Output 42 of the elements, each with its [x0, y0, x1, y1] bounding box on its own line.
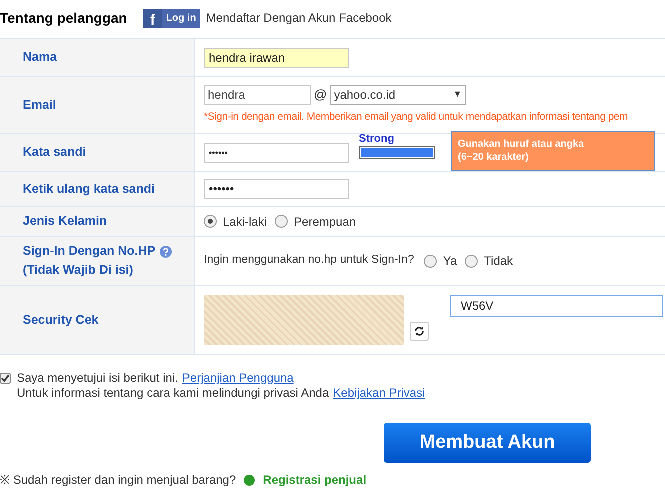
- text-field[interactable]: hendra irawan: [204, 48, 349, 68]
- agree-checkbox[interactable]: [0, 373, 11, 384]
- strength-label: Strong: [359, 132, 396, 146]
- radio-button[interactable]: [424, 254, 438, 268]
- password-field[interactable]: ••••••: [204, 142, 349, 162]
- radio-label: Ya: [443, 253, 458, 270]
- field-label: Jenis Kelamin: [23, 213, 108, 230]
- create-account-button[interactable]: Membuat Akun: [384, 423, 591, 463]
- facebook-login-button[interactable]: f Log in: [143, 8, 200, 28]
- field-label: Security Cek: [23, 312, 99, 329]
- help-icon[interactable]: [160, 246, 172, 258]
- email-hint: *Sign-in dengan email. Memberikan email yang valid untuk mendapatkan informasi tentang pem: [204, 110, 628, 125]
- privacy-text: Untuk informasi tentang cara kami melindungi privasi Anda: [17, 386, 330, 401]
- at-sign: @: [314, 86, 328, 104]
- field-label: Email: [23, 96, 56, 114]
- field-label: Nama: [23, 49, 58, 66]
- radio-label: Tidak: [484, 253, 514, 270]
- agreement-text: Saya menyetujui isi berikut ini.: [17, 371, 178, 386]
- phone-question: Ingin menggunakan no.hp untuk Sign-In?: [204, 253, 414, 268]
- text-field[interactable]: ••••••: [204, 179, 349, 199]
- field-label: Kata sandi: [23, 144, 86, 162]
- privacy-policy-link[interactable]: Kebijakan Privasi: [333, 386, 426, 401]
- tooltip-text: Gunakan huruf atau angka: [458, 138, 586, 150]
- facebook-signup-text: Mendaftar Dengan Akun Facebook: [206, 10, 392, 27]
- email-user-field[interactable]: hendra: [204, 84, 311, 105]
- radio-button[interactable]: [204, 215, 217, 228]
- section-title: Tentang pelanggan: [0, 8, 128, 28]
- refresh-icon: [414, 326, 425, 337]
- radio-label: Laki-laki: [223, 214, 268, 230]
- seller-registration-link[interactable]: Registrasi penjual: [263, 471, 367, 489]
- domain-dropdown[interactable]: yahoo.co.id ▼: [330, 84, 466, 105]
- captcha-field[interactable]: W56V: [450, 295, 663, 317]
- radio-button[interactable]: [275, 215, 288, 228]
- tooltip-text: (6~20 karakter): [458, 150, 530, 164]
- seller-question: ※ Sudah register dan ingin menjual barang?: [0, 472, 236, 489]
- radio-button[interactable]: [465, 254, 478, 268]
- field-sublabel: (Tidak Wajib Di isi): [23, 262, 134, 279]
- field-label: Ketik ulang kata sandi: [23, 180, 155, 198]
- radio-label: Perempuan: [294, 214, 356, 230]
- refresh-button[interactable]: [410, 322, 429, 341]
- user-agreement-link[interactable]: Perjanjian Pengguna: [182, 371, 294, 386]
- field-label: Sign-In Dengan No.HP: [23, 243, 156, 260]
